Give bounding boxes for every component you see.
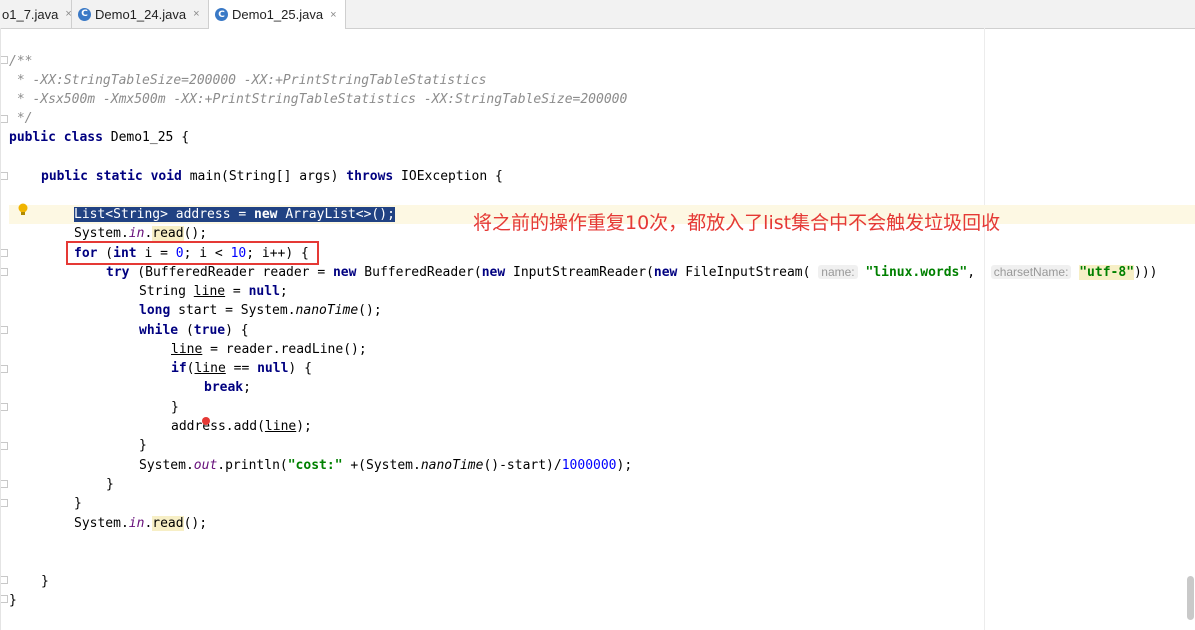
tab-demo1-7[interactable]: o1_7.java × (0, 0, 72, 28)
code-line-selected[interactable]: List<String> address = new ArrayList<>()… (74, 205, 395, 224)
editor-tab-bar: o1_7.java × C Demo1_24.java × C Demo1_25… (0, 0, 1195, 29)
fold-marker-icon[interactable] (1, 56, 8, 64)
code-line[interactable]: } (9, 591, 17, 610)
fold-marker-icon[interactable] (1, 172, 8, 180)
code-line[interactable]: public static void main(String[] args) t… (41, 167, 503, 186)
tab-demo1-24[interactable]: C Demo1_24.java × (72, 0, 209, 28)
close-icon[interactable]: × (330, 9, 336, 21)
fold-marker-icon[interactable] (1, 442, 8, 450)
code-line[interactable]: */ (9, 109, 33, 128)
code-line[interactable]: } (74, 494, 82, 513)
fold-marker-icon[interactable] (1, 326, 8, 334)
vertical-scrollbar[interactable] (1187, 576, 1194, 620)
code-line[interactable]: } (171, 398, 179, 417)
code-line[interactable]: if(line == null) { (171, 359, 312, 378)
code-line[interactable]: System.out.println("cost:" +(System.nano… (139, 456, 632, 475)
lightbulb-icon[interactable] (17, 203, 29, 216)
fold-marker-icon[interactable] (1, 499, 8, 507)
annotation-text: 将之前的操作重复10次，都放入了list集合中不会触发垃圾回收 (473, 212, 1001, 234)
close-icon[interactable]: × (65, 8, 71, 20)
code-line[interactable]: } (41, 572, 49, 591)
code-line[interactable]: System.in.read(); (74, 514, 207, 533)
code-line[interactable]: address.add(line); (171, 417, 312, 436)
fold-marker-icon[interactable] (1, 249, 8, 257)
code-line[interactable]: break; (204, 378, 251, 397)
code-line[interactable]: * -Xsx500m -Xmx500m -XX:+PrintStringTabl… (9, 90, 628, 109)
tab-label: Demo1_24.java (95, 6, 187, 22)
fold-marker-icon[interactable] (1, 576, 8, 584)
close-icon[interactable]: × (193, 8, 199, 20)
code-line[interactable]: line = reader.readLine(); (171, 340, 367, 359)
code-line[interactable]: public class Demo1_25 { (9, 128, 189, 147)
code-line[interactable]: String line = null; (139, 282, 288, 301)
code-line[interactable]: } (139, 436, 147, 455)
code-line[interactable]: try (BufferedReader reader = new Buffere… (106, 263, 1158, 282)
annotation-highlight-box (66, 241, 319, 265)
tab-label: Demo1_25.java (232, 7, 324, 22)
code-line[interactable]: while (true) { (139, 321, 249, 340)
fold-marker-icon[interactable] (1, 595, 8, 603)
right-margin-guide (984, 28, 985, 630)
parameter-hint: name: (818, 265, 858, 279)
tab-label: o1_7.java (2, 6, 59, 22)
fold-marker-icon[interactable] (1, 268, 8, 276)
code-line[interactable]: } (106, 475, 114, 494)
fold-marker-icon[interactable] (1, 115, 8, 123)
code-line[interactable]: /** (9, 52, 32, 71)
parameter-hint: charsetName: (990, 265, 1072, 279)
fold-marker-icon[interactable] (1, 403, 8, 411)
code-line[interactable]: * -XX:StringTableSize=200000 -XX:+PrintS… (9, 71, 487, 90)
java-class-icon: C (215, 8, 228, 21)
fold-marker-icon[interactable] (1, 365, 8, 373)
mouse-cursor-icon (202, 417, 210, 425)
code-line[interactable]: long start = System.nanoTime(); (139, 301, 382, 320)
tab-demo1-25[interactable]: C Demo1_25.java × (209, 0, 346, 29)
java-class-icon: C (78, 7, 91, 21)
fold-marker-icon[interactable] (1, 480, 8, 488)
